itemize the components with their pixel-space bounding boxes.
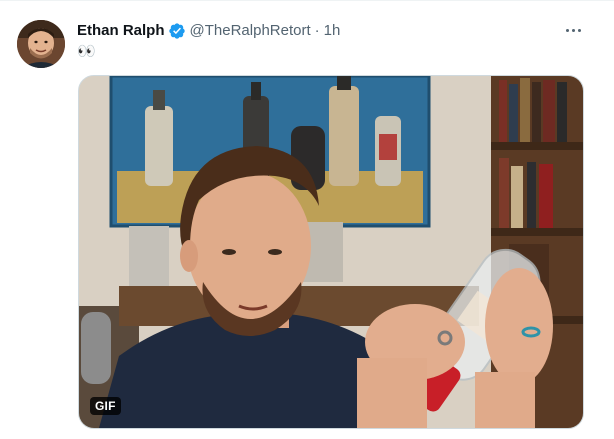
tweet-media-gif[interactable]: GIF xyxy=(78,75,584,429)
tweet-header: Ethan Ralph @TheRalphRetort · 1h xyxy=(77,21,340,41)
gif-badge: GIF xyxy=(90,397,121,415)
avatar[interactable] xyxy=(17,20,65,68)
more-options-icon[interactable] xyxy=(560,19,586,41)
display-name[interactable]: Ethan Ralph xyxy=(77,21,165,41)
tweet-card[interactable]: Ethan Ralph @TheRalphRetort · 1h 👀 GIF xyxy=(0,0,614,439)
user-handle[interactable]: @TheRalphRetort xyxy=(190,21,311,41)
gif-frame-image xyxy=(79,76,583,428)
avatar-image xyxy=(17,20,65,68)
divider xyxy=(0,0,614,1)
verified-badge-icon[interactable] xyxy=(168,22,186,40)
tweet-text: 👀 xyxy=(77,43,96,60)
separator-dot: · xyxy=(314,22,320,39)
timestamp[interactable]: 1h xyxy=(324,21,341,41)
